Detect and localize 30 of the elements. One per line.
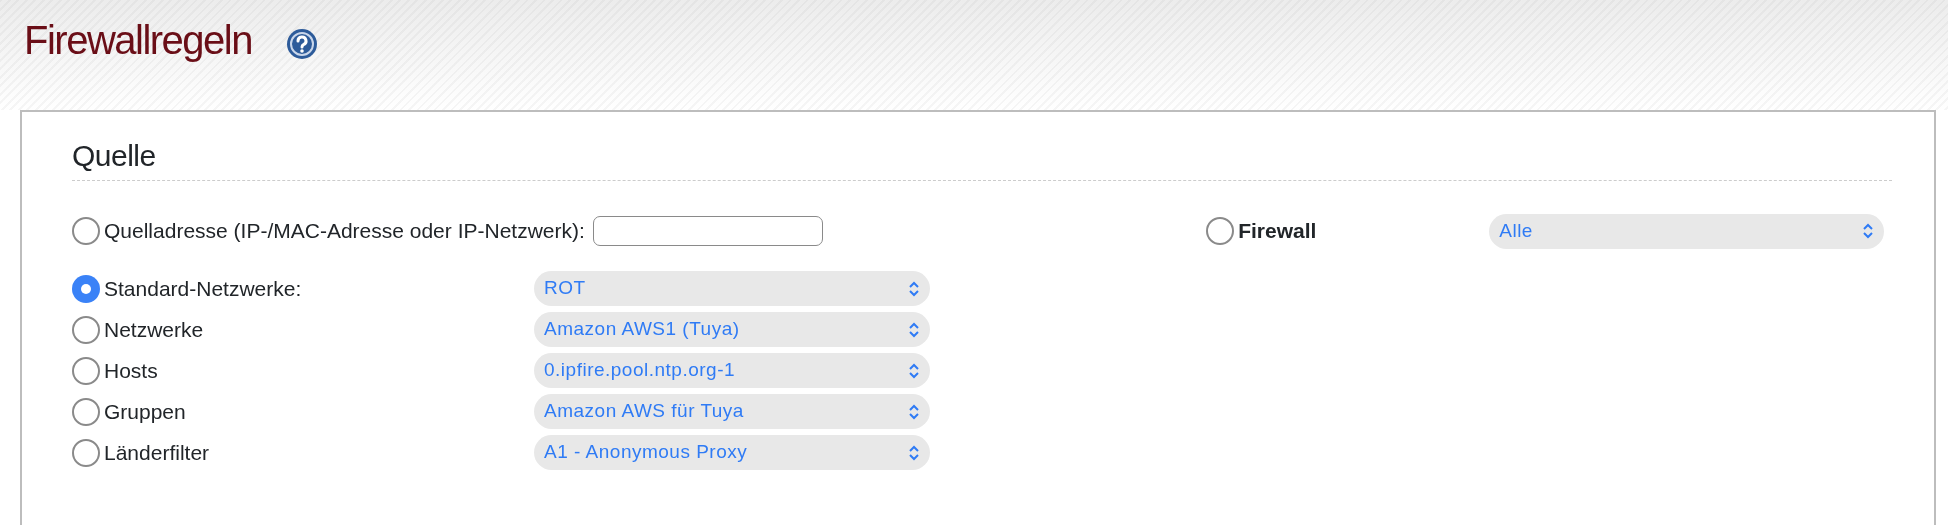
dropdown[interactable]: Amazon AWS1 (Tuya) <box>534 312 930 347</box>
dropdown[interactable]: 0.ipfire.pool.ntp.org-1 <box>534 353 930 388</box>
option-label: Gruppen <box>104 398 186 425</box>
radio-button[interactable] <box>1206 217 1235 245</box>
radio-button[interactable] <box>72 274 100 303</box>
chevron-icon <box>908 320 920 339</box>
source-address-field[interactable] <box>592 216 823 246</box>
section-title: Quelle <box>72 138 1892 181</box>
dropdown[interactable]: Amazon AWS für Tuya <box>534 394 930 429</box>
option-label: Hosts <box>104 357 158 384</box>
radio-button[interactable] <box>72 356 100 385</box>
chevron-icon <box>1862 222 1874 240</box>
option-label: Netzwerke <box>104 316 204 343</box>
chevron-icon <box>908 443 920 462</box>
radio-button[interactable] <box>72 438 100 467</box>
option-label: Länderfilter <box>104 439 210 466</box>
dropdown[interactable]: ROT <box>534 271 930 306</box>
radio-button[interactable] <box>72 217 100 245</box>
radio-button[interactable] <box>72 397 100 426</box>
source-address-label: Quelladresse (IP-/MAC-Adresse oder IP-Netzwerk): <box>104 218 585 244</box>
radio-button[interactable] <box>72 315 100 344</box>
firewall-dropdown[interactable]: Alle <box>1489 213 1884 249</box>
option-label: Standard-Netzwerke: <box>104 275 302 302</box>
dropdown[interactable]: A1 - Anonymous Proxy <box>534 435 930 470</box>
chevron-icon <box>908 279 920 298</box>
chevron-icon <box>908 402 920 421</box>
chevron-icon <box>908 361 920 380</box>
help-icon[interactable] <box>286 28 318 60</box>
firewall-label: Firewall <box>1238 218 1317 244</box>
page-title: Firewallregeln <box>24 17 252 64</box>
